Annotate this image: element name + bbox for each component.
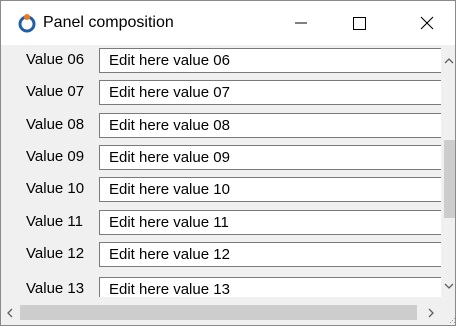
row-label-11: Value 11 (1, 206, 98, 238)
row-label-text: Value 06 (26, 51, 85, 68)
value-13-input[interactable]: Edit here value 13 (99, 277, 441, 297)
value-row: Value 07 Edit here value 07 (1, 76, 441, 108)
row-label-08: Value 08 (1, 109, 98, 141)
window-title: Panel composition (43, 14, 174, 31)
row-label-09: Value 09 (1, 141, 98, 173)
chevron-up-icon[interactable] (441, 45, 456, 75)
scroll-content-panel: Value 06 Edit here value 06 Value 07 Edi… (1, 45, 441, 297)
minimize-icon (295, 22, 307, 24)
vertical-scrollbar-thumb[interactable] (444, 140, 455, 218)
panel-composition-window: Panel composition Value 06 Edit here val… (0, 0, 456, 326)
row-label-10: Value 10 (1, 173, 98, 205)
value-10-input[interactable]: Edit here value 10 (99, 177, 441, 202)
horizontal-scrollbar-thumb[interactable] (20, 305, 417, 320)
chevron-right-icon[interactable] (422, 297, 440, 325)
row-label-text: Value 09 (26, 148, 85, 165)
row-label-text: Value 08 (26, 116, 85, 133)
value-12-input[interactable]: Edit here value 12 (99, 242, 441, 267)
row-label-text: Value 13 (26, 280, 85, 297)
row-label-text: Value 11 (26, 213, 83, 230)
value-09-input[interactable]: Edit here value 09 (99, 145, 441, 170)
row-label-12: Value 12 (1, 238, 98, 270)
row-label-text: Value 12 (26, 245, 85, 262)
maximize-icon (353, 17, 366, 30)
resize-grip[interactable] (441, 297, 455, 325)
chevron-left-icon[interactable] (1, 297, 19, 325)
value-06-input[interactable]: Edit here value 06 (99, 48, 441, 73)
chevron-down-icon[interactable] (441, 273, 456, 297)
minimize-button[interactable] (273, 1, 329, 45)
horizontal-scrollbar[interactable] (1, 297, 441, 325)
value-07-input[interactable]: Edit here value 07 (99, 80, 441, 105)
value-row: Value 06 Edit here value 06 (1, 45, 441, 76)
value-row: Value 13 Edit here value 13 (1, 273, 441, 297)
row-label-06: Value 06 (1, 45, 98, 76)
row-label-text: Value 07 (26, 83, 85, 100)
vertical-scrollbar[interactable] (441, 45, 456, 297)
title-bar[interactable]: Panel composition (1, 1, 455, 45)
value-row: Value 08 Edit here value 08 (1, 109, 441, 141)
value-row: Value 09 Edit here value 09 (1, 141, 441, 173)
resize-grip-icon (450, 318, 455, 323)
row-label-text: Value 10 (26, 180, 85, 197)
value-row: Value 10 Edit here value 10 (1, 173, 441, 205)
app-logo-icon (18, 14, 36, 33)
row-label-13: Value 13 (1, 273, 98, 297)
value-row: Value 11 Edit here value 11 (1, 206, 441, 238)
value-11-input[interactable]: Edit here value 11 (99, 210, 441, 235)
close-icon (420, 16, 434, 30)
close-button[interactable] (399, 1, 455, 45)
value-row: Value 12 Edit here value 12 (1, 238, 441, 270)
maximize-button[interactable] (331, 1, 387, 45)
value-08-input[interactable]: Edit here value 08 (99, 113, 441, 138)
row-label-07: Value 07 (1, 76, 98, 108)
